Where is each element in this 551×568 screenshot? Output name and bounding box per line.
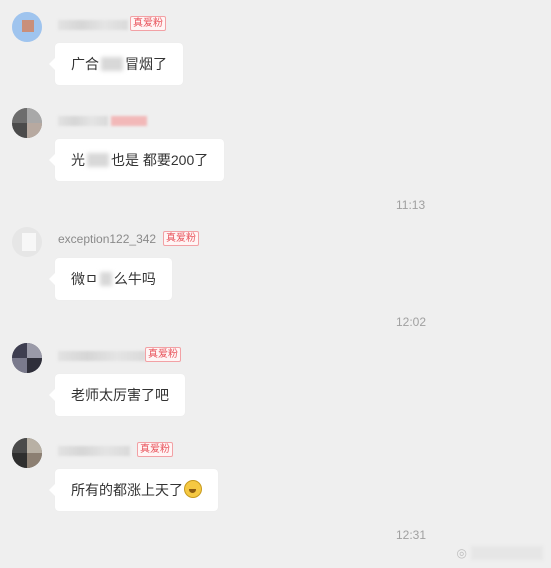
timestamp: 12:31 (396, 528, 427, 542)
message-text: 所有的都涨上天了 (71, 482, 183, 498)
sender-name (58, 17, 128, 31)
message-bubble[interactable]: 老师太厉害了吧 (49, 374, 185, 416)
timestamp: 12:02 (396, 315, 427, 329)
chat-view: 真爱粉 广合 冒烟了 光 也是 都要200了 11:13 exception122_… (0, 0, 551, 568)
message-text: 广合 (71, 56, 99, 72)
grimacing-face-icon (184, 480, 202, 498)
fan-badge: 真爱粉 (137, 442, 173, 457)
fan-badge: 真爱粉 (163, 231, 199, 246)
message-text: 也是 都要200了 (111, 152, 209, 168)
sender-name (58, 443, 130, 457)
sender-name (58, 113, 148, 127)
avatar[interactable] (12, 227, 42, 257)
message-text: 么牛吗 (113, 271, 156, 287)
message-bubble[interactable]: 微ㅁ 么牛吗 (49, 258, 172, 300)
avatar[interactable] (12, 12, 42, 42)
fan-badge: 真爱粉 (130, 16, 166, 31)
fan-badge: 真爱粉 (145, 347, 181, 362)
avatar[interactable] (12, 438, 42, 468)
blurred-text (101, 57, 123, 71)
sender-name (58, 348, 146, 362)
blurred-text (99, 272, 112, 286)
message-bubble[interactable]: 所有的都涨上天了 (49, 469, 218, 511)
avatar[interactable] (12, 343, 42, 373)
blurred-text (87, 153, 109, 167)
message-text: 冒烟了 (125, 56, 167, 72)
sender-name: exception122_342 (58, 232, 157, 246)
message-text: 微ㅁ (71, 271, 98, 287)
message-text: 光 (71, 152, 85, 168)
watermark (471, 546, 543, 560)
avatar[interactable] (12, 108, 42, 138)
timestamp: 11:13 (396, 198, 426, 212)
message-bubble[interactable]: 广合 冒烟了 (49, 43, 183, 85)
watermark-icon: ◎ (456, 546, 467, 560)
message-bubble[interactable]: 光 也是 都要200了 (48, 139, 225, 181)
